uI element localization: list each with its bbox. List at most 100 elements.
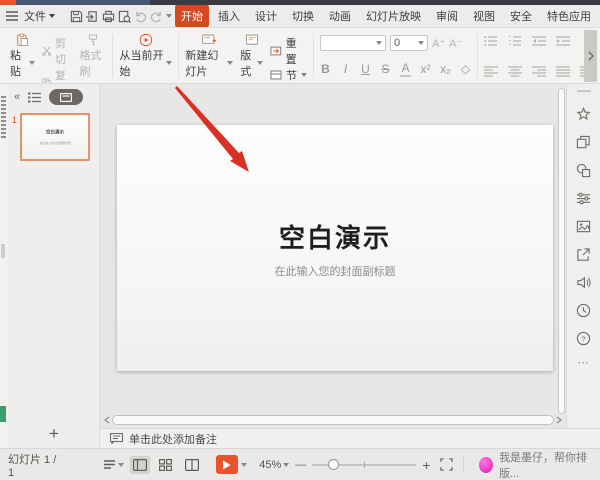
toolbar-options-chevron-icon[interactable] (166, 14, 172, 21)
notes-placeholder[interactable]: 单击此处添加备注 (129, 431, 217, 447)
new-slide-icon (198, 33, 220, 47)
history-clock-icon[interactable] (571, 296, 597, 324)
clear-format-button[interactable]: ◇ (460, 62, 471, 76)
zoom-slider-knob[interactable] (328, 459, 339, 470)
file-menu-label: 文件 (24, 8, 46, 24)
format-painter-label: 格式刷 (80, 47, 107, 79)
assistant-chip[interactable]: 我是墨仔，帮你排版... (479, 449, 592, 480)
normal-view-button[interactable] (130, 456, 150, 474)
horizontal-scrollbar[interactable] (104, 415, 562, 425)
slide-title[interactable]: 空白演示 (279, 218, 391, 255)
reading-view-button[interactable] (182, 456, 202, 474)
zoom-out-button[interactable]: — (295, 459, 306, 471)
play-options-chevron-icon[interactable] (241, 463, 247, 470)
align-left-button[interactable] (484, 66, 498, 77)
font-group: 0 A⁺ A⁻ B I U S A x² x₂ ◇ (314, 32, 477, 80)
redo-icon[interactable] (150, 8, 163, 24)
smart-effects-icon[interactable] (571, 100, 597, 128)
media-gallery-icon[interactable] (571, 212, 597, 240)
wps-presentation-window: 文件 开始 插入 设计 切换 动画 幻灯片放映 审阅 视图 安全 特色 (0, 0, 600, 480)
slide-subtitle-placeholder[interactable]: 在此输入您的封面副标题 (275, 263, 396, 279)
bold-button[interactable]: B (320, 62, 331, 76)
help-circle-icon[interactable]: ? (571, 324, 597, 352)
shrink-font-button[interactable]: A⁻ (449, 37, 462, 50)
thumbnail-title: 空白演示 (46, 128, 64, 135)
tab-slideshow[interactable]: 幻灯片放映 (360, 5, 427, 27)
font-size-select[interactable]: 0 (390, 35, 428, 51)
slide-view-toggle[interactable] (49, 89, 83, 105)
ribbon-expander[interactable] (584, 30, 597, 82)
paste-button[interactable]: 粘贴 (10, 33, 35, 79)
subscript-button[interactable]: x₂ (440, 62, 451, 76)
increase-indent-button[interactable] (556, 35, 570, 47)
play-from-current-button[interactable]: 从当前开始 (119, 33, 172, 79)
print-preview-icon[interactable] (118, 8, 131, 24)
properties-sliders-icon[interactable] (571, 184, 597, 212)
file-menu[interactable]: 文件 (21, 6, 58, 26)
zoom-in-button[interactable]: + (422, 457, 430, 473)
svg-text:?: ? (581, 334, 585, 343)
fit-to-window-icon[interactable] (440, 458, 453, 471)
font-color-button[interactable]: A (400, 61, 411, 77)
slide-sorter-view-button[interactable] (156, 456, 176, 474)
status-bar: 幻灯片 1 / 1 45% — (0, 448, 600, 480)
zoom-level-button[interactable]: 45% (259, 459, 289, 471)
reset-icon (270, 45, 282, 57)
print-icon[interactable] (102, 8, 115, 24)
save-icon[interactable] (70, 8, 83, 24)
share-export-icon[interactable] (571, 240, 597, 268)
shapes-icon[interactable] (571, 156, 597, 184)
slide-thumbnail[interactable]: 空白演示 在此输入您的封面副标题 (20, 113, 90, 161)
decrease-indent-button[interactable] (532, 35, 546, 47)
tab-security[interactable]: 安全 (504, 5, 538, 27)
cut-button[interactable]: 剪切 (42, 35, 73, 67)
section-icon (270, 69, 282, 81)
grow-font-button[interactable]: A⁺ (432, 37, 445, 50)
section-button[interactable]: 节 (270, 67, 307, 83)
export-icon[interactable] (86, 8, 99, 24)
play-slideshow-button[interactable] (216, 455, 239, 474)
layout-button[interactable]: 版式 (240, 33, 263, 79)
play-from-current-label: 从当前开始 (119, 47, 164, 79)
bullet-list-button[interactable] (484, 35, 498, 47)
font-family-select[interactable] (320, 35, 386, 51)
copy-button[interactable]: 复制 (42, 67, 73, 84)
tab-home[interactable]: 开始 (175, 5, 209, 27)
hamburger-menu-icon[interactable] (6, 8, 18, 24)
justify-button[interactable] (556, 66, 570, 77)
outline-view-icon[interactable] (28, 92, 41, 103)
tab-design[interactable]: 设计 (249, 5, 283, 27)
underline-button[interactable]: U (360, 62, 371, 76)
numbered-list-button[interactable] (508, 35, 522, 47)
notes-bar[interactable]: 单击此处添加备注 (100, 428, 600, 448)
tab-animation[interactable]: 动画 (323, 5, 357, 27)
italic-button[interactable]: I (340, 62, 351, 76)
undo-icon[interactable] (134, 8, 147, 24)
slide-canvas[interactable]: 空白演示 在此输入您的封面副标题 (117, 125, 553, 371)
more-tools-icon[interactable]: ⋯ (578, 356, 590, 369)
collapse-panel-icon[interactable]: « (14, 91, 20, 103)
reset-button[interactable]: 重置 (270, 35, 307, 67)
slide-library-icon[interactable] (571, 128, 597, 156)
new-slide-button[interactable]: 新建幻灯片 (185, 33, 233, 79)
tab-insert[interactable]: 插入 (212, 5, 246, 27)
align-right-button[interactable] (532, 66, 546, 77)
add-slide-button[interactable]: + (8, 424, 100, 444)
superscript-button[interactable]: x² (420, 62, 431, 76)
vertical-scrollbar[interactable] (558, 88, 565, 414)
font-size-value: 0 (394, 37, 400, 49)
zoom-slider[interactable] (312, 459, 416, 471)
audio-speaker-icon[interactable] (571, 268, 597, 296)
tab-transitions[interactable]: 切换 (286, 5, 320, 27)
section-label: 节 (286, 67, 297, 83)
zoom-value: 45% (259, 459, 281, 471)
notes-toggle-button[interactable] (104, 460, 124, 470)
align-center-button[interactable] (508, 66, 522, 77)
strikethrough-button[interactable]: S (380, 62, 391, 76)
tab-view[interactable]: 视图 (467, 5, 501, 27)
tab-special-features[interactable]: 特色应用 (541, 5, 597, 27)
scrollbar-thumb[interactable] (112, 415, 554, 425)
copy-label: 复制 (55, 67, 72, 84)
tab-review[interactable]: 审阅 (430, 5, 464, 27)
format-painter-button[interactable]: 格式刷 (80, 33, 107, 79)
